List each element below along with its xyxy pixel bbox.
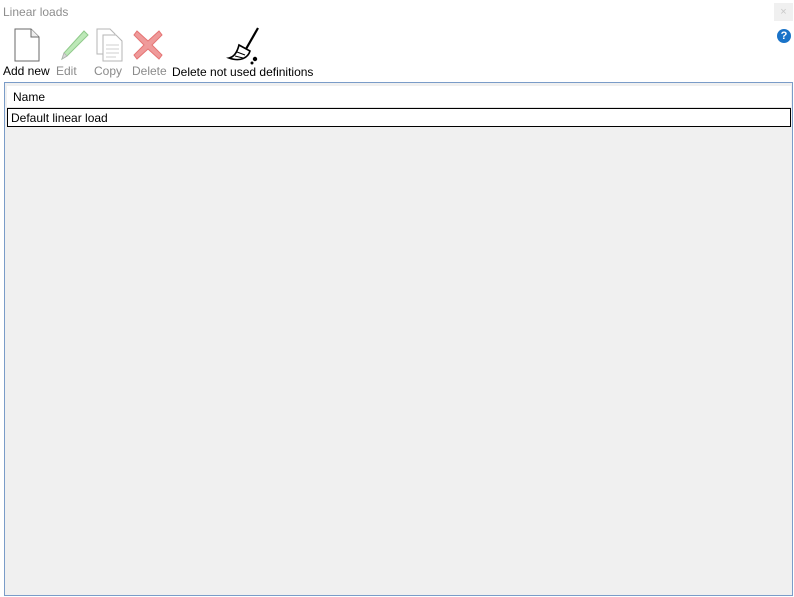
delete-not-used-definitions-button[interactable]: Delete not used definitions (172, 26, 318, 79)
copy-label: Copy (94, 64, 123, 78)
column-header-name[interactable]: Name (7, 86, 791, 108)
delete-not-used-definitions-label: Delete not used definitions (172, 65, 314, 79)
delete-button[interactable]: Delete (131, 26, 169, 78)
close-button[interactable]: × (774, 3, 793, 21)
add-new-button[interactable]: Add new (3, 26, 51, 78)
linear-loads-table: Name Default linear load (4, 82, 793, 596)
linear-loads-window: Linear loads × ? Add new Edit Copy Delet… (0, 0, 794, 597)
edit-label: Edit (56, 64, 77, 78)
copy-button[interactable]: Copy (93, 26, 125, 78)
table-cell-name: Default linear load (11, 110, 108, 125)
add-new-label: Add new (3, 64, 50, 78)
copy-document-icon (96, 28, 123, 62)
broom-icon (226, 27, 259, 65)
new-document-icon (14, 28, 40, 62)
edit-button[interactable]: Edit (55, 26, 91, 78)
help-icon[interactable]: ? (777, 29, 791, 43)
delete-label: Delete (132, 64, 167, 78)
pencil-icon (61, 30, 89, 61)
red-x-icon (133, 30, 163, 60)
window-title: Linear loads (3, 5, 69, 19)
table-row[interactable]: Default linear load (7, 108, 791, 127)
